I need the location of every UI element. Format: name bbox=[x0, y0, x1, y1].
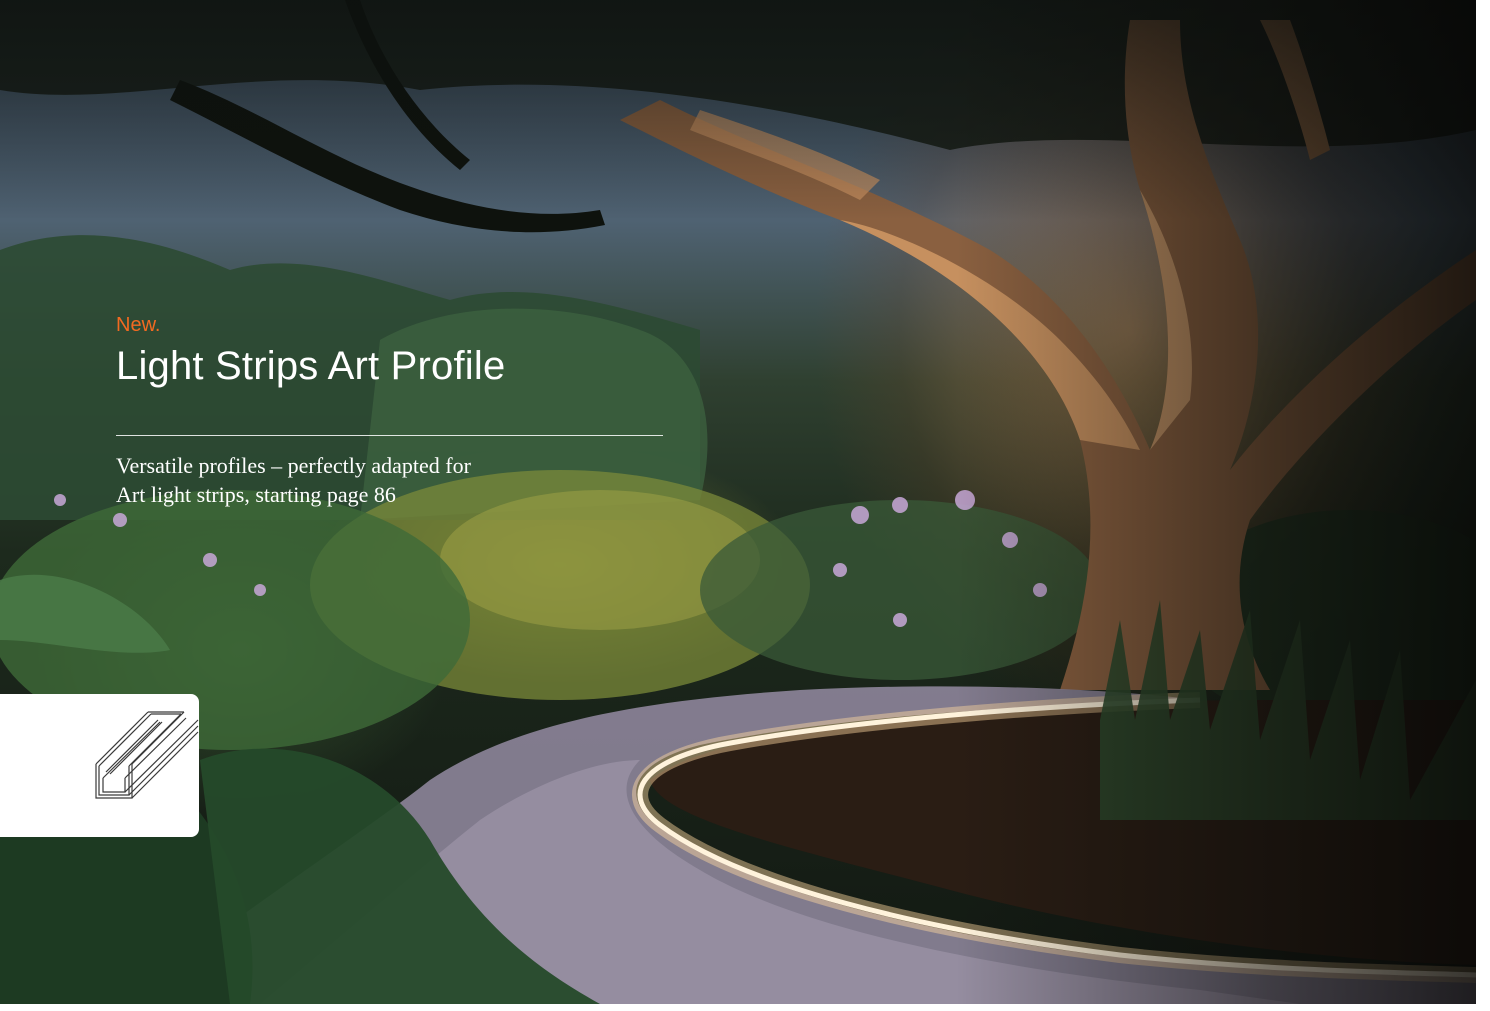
aluminium-profile-icon bbox=[95, 711, 199, 799]
new-label: New. bbox=[116, 314, 161, 336]
banner-heading: New. Light Strips Art Profile bbox=[116, 312, 676, 390]
page-title: Light Strips Art Profile bbox=[116, 344, 506, 388]
description-line-1: Versatile profiles – perfectly adapted f… bbox=[116, 453, 471, 478]
catalog-page: New. Light Strips Art Profile Versatile … bbox=[0, 0, 1490, 1011]
banner-description: Versatile profiles – perfectly adapted f… bbox=[116, 451, 676, 509]
photo-right-shade bbox=[956, 0, 1476, 1004]
divider-line bbox=[116, 435, 663, 436]
product-card bbox=[0, 694, 199, 837]
description-line-2: Art light strips, starting page 86 bbox=[116, 482, 396, 507]
